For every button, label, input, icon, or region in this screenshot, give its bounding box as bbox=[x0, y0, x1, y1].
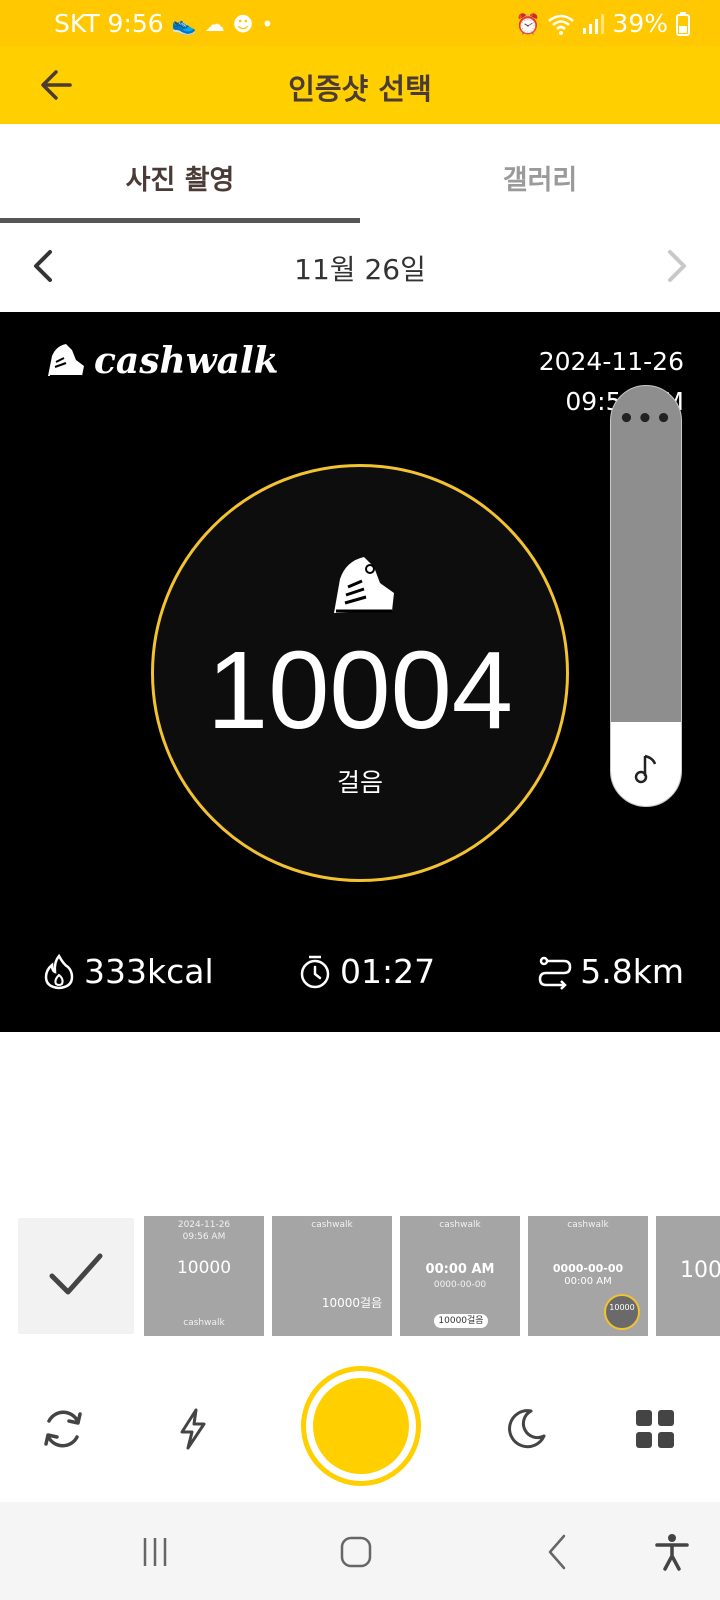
step-count: 10004 bbox=[207, 629, 513, 752]
alarm-icon: ⏰ bbox=[515, 11, 541, 36]
selected-date: 11월 26일 bbox=[294, 253, 426, 286]
thumb-text: 100 bbox=[680, 1258, 720, 1283]
tab-bar: 사진 촬영 갤러리 bbox=[0, 124, 720, 224]
status-bar: SKT 9:56 👟 ☁ ☻ • ⏰ 39% bbox=[0, 0, 720, 46]
template-thumbnail[interactable]: cashwalk 00:00 AM 0000-00-00 10000걸음 bbox=[400, 1216, 520, 1336]
thumb-text: 00:00 AM bbox=[425, 1262, 495, 1277]
recent-apps-icon[interactable] bbox=[135, 1532, 175, 1572]
shoe-icon bbox=[334, 557, 394, 613]
stats-row: 333kcal 01:27 5.8km bbox=[0, 952, 720, 1002]
tab-take-photo[interactable]: 사진 촬영 bbox=[0, 158, 360, 197]
music-volume-slider[interactable]: ••• bbox=[610, 385, 682, 807]
carrier-time: SKT 9:56 bbox=[54, 9, 164, 38]
route-icon bbox=[538, 956, 572, 990]
thumb-text: cashwalk bbox=[183, 1318, 225, 1328]
cashwalk-logo: cashwalk bbox=[42, 338, 279, 384]
steps-ring: 10004 걸음 bbox=[151, 464, 569, 882]
switch-camera-icon[interactable] bbox=[40, 1406, 86, 1452]
thumb-text: 0000-00-00 bbox=[552, 1262, 624, 1275]
dot-icon: • bbox=[261, 11, 274, 36]
home-icon[interactable] bbox=[336, 1532, 376, 1572]
back-icon[interactable] bbox=[538, 1532, 578, 1572]
chevron-right-icon[interactable] bbox=[662, 246, 692, 286]
template-thumbnail[interactable]: cashwalk 0000-00-00 00:00 AM 10000 bbox=[528, 1216, 648, 1336]
check-icon bbox=[49, 1253, 103, 1295]
night-mode-icon[interactable] bbox=[503, 1406, 549, 1452]
camera-controls bbox=[0, 1338, 720, 1502]
thumb-pill: 10000걸음 bbox=[434, 1314, 488, 1328]
shoe-logo-icon bbox=[48, 344, 84, 377]
thumb-text: cashwalk bbox=[311, 1220, 353, 1230]
step-unit: 걸음 bbox=[336, 768, 383, 797]
stamp-date: 2024-11-26 bbox=[538, 347, 684, 376]
accessibility-icon[interactable] bbox=[652, 1532, 692, 1572]
distance-value: 5.8km bbox=[580, 952, 684, 991]
flash-icon[interactable] bbox=[170, 1406, 216, 1452]
battery-percent: 39% bbox=[612, 9, 668, 38]
thumb-text: cashwalk bbox=[567, 1220, 609, 1230]
tab-indicator bbox=[0, 218, 360, 223]
template-strip: 2024-11-26 09:56 AM 10000 cashwalk cashw… bbox=[0, 1214, 720, 1338]
thumb-text: 10000걸음 bbox=[321, 1296, 383, 1310]
thumb-ring: 10000 bbox=[604, 1294, 640, 1330]
thumb-text: cashwalk bbox=[439, 1220, 481, 1230]
duration-stat: 01:27 bbox=[296, 952, 435, 991]
logo-text: cashwalk bbox=[94, 340, 279, 382]
shutter-inner bbox=[313, 1378, 409, 1474]
shoe-icon: 👟 bbox=[171, 11, 197, 36]
template-thumbnail[interactable]: 2024-11-26 09:56 AM 10000 cashwalk bbox=[144, 1216, 264, 1336]
template-selected[interactable] bbox=[18, 1218, 134, 1334]
date-navigator: 11월 26일 bbox=[0, 224, 720, 312]
thumb-text: 0000-00-00 bbox=[433, 1280, 487, 1290]
music-note-icon bbox=[634, 754, 657, 784]
cloud-icon: ☁ bbox=[204, 11, 225, 36]
app-bar: 인증샷 선택 bbox=[0, 46, 720, 124]
thumb-text: 10000 bbox=[176, 1258, 232, 1278]
calories-value: 333kcal bbox=[84, 952, 214, 991]
template-thumbnail[interactable]: 100 bbox=[656, 1216, 720, 1336]
grid-icon[interactable] bbox=[632, 1406, 678, 1452]
calories-stat: 333kcal bbox=[40, 952, 214, 991]
battery-icon bbox=[676, 11, 690, 36]
tab-gallery[interactable]: 갤러리 bbox=[360, 158, 720, 197]
duration-value: 01:27 bbox=[340, 952, 436, 991]
wifi-icon bbox=[548, 14, 575, 35]
thumb-text: 00:00 AM bbox=[564, 1276, 612, 1287]
character-icon: ☻ bbox=[232, 11, 254, 36]
thumb-text: 2024-11-26 bbox=[177, 1220, 231, 1230]
flame-icon bbox=[44, 953, 74, 989]
page-title: 인증샷 선택 bbox=[288, 72, 432, 106]
distance-stat: 5.8km bbox=[536, 952, 684, 991]
system-nav-bar bbox=[0, 1502, 720, 1600]
more-options-icon[interactable]: ••• bbox=[611, 404, 681, 434]
shutter-button[interactable] bbox=[301, 1366, 421, 1486]
stopwatch-icon bbox=[300, 955, 330, 988]
thumb-text: 09:56 AM bbox=[182, 1232, 226, 1242]
signal-icon bbox=[583, 13, 605, 34]
template-thumbnail[interactable]: cashwalk 10000걸음 bbox=[272, 1216, 392, 1336]
